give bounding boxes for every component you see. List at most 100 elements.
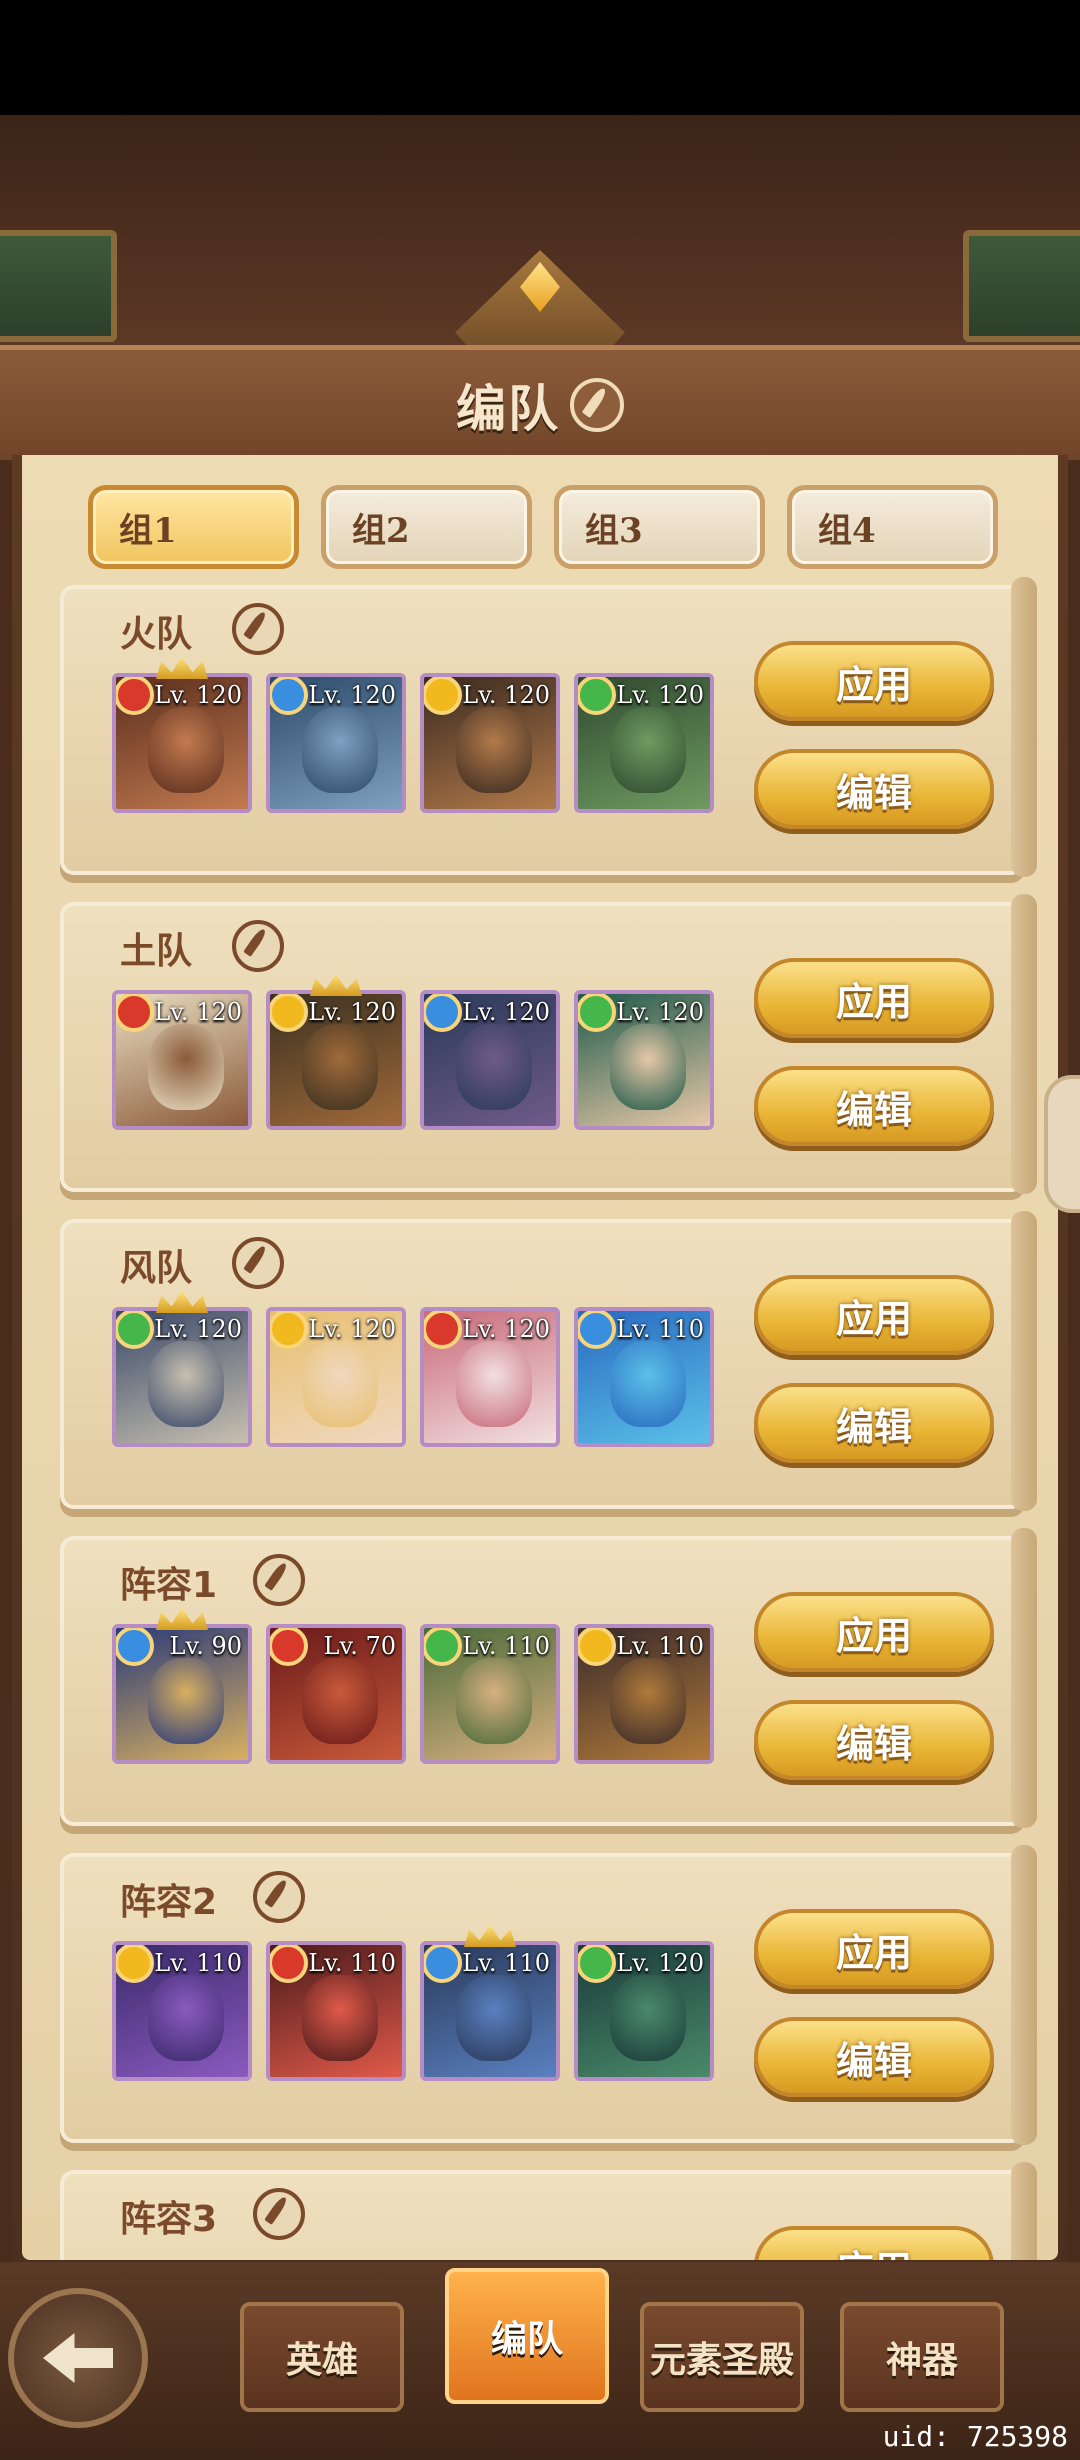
- edit-button[interactable]: 编辑: [754, 749, 994, 829]
- hero-face-image: [610, 1975, 686, 2061]
- group-tab-4[interactable]: 组4: [787, 485, 998, 569]
- apply-button[interactable]: 应用: [754, 641, 994, 721]
- hero-portrait[interactable]: Lv. 120: [574, 1941, 714, 2081]
- hero-level: Lv. 120: [308, 681, 396, 709]
- hero-portrait[interactable]: Lv. 110: [574, 1624, 714, 1764]
- edit-button[interactable]: 编辑: [754, 2017, 994, 2097]
- group-tab-1[interactable]: 组1: [88, 485, 299, 569]
- hero-face-image: [456, 1341, 532, 1427]
- panel-content[interactable]: 组1 组2 组3 组4 火队 Lv. 120 Lv. 120 Lv. 120 Lv. 120 应…: [22, 455, 1058, 2260]
- team-card: 阵容3应用编辑: [60, 2162, 1037, 2260]
- group-tab-2[interactable]: 组2: [321, 485, 532, 569]
- rename-team-quill-icon[interactable]: [253, 1554, 305, 1606]
- hero-face-image: [456, 1658, 532, 1744]
- main-panel: 组1 组2 组3 组4 火队 Lv. 120 Lv. 120 Lv. 120 Lv. 120 应…: [12, 455, 1068, 2290]
- status-bar: [0, 0, 1080, 115]
- hero-slot-wrapper: Lv. 110: [420, 1925, 560, 2081]
- team-card: 火队 Lv. 120 Lv. 120 Lv. 120 Lv. 120 应用 编辑: [60, 577, 1037, 877]
- hero-face-image: [610, 1024, 686, 1110]
- rename-team-quill-icon[interactable]: [253, 1871, 305, 1923]
- hero-portrait[interactable]: Lv. 120: [574, 673, 714, 813]
- hero-face-image: [148, 1341, 224, 1427]
- hero-portrait[interactable]: Lv. 90: [112, 1624, 252, 1764]
- water-element-icon: [116, 1628, 154, 1666]
- team-card: 风队 Lv. 120 Lv. 120 Lv. 120 Lv. 110 应用编辑: [60, 1211, 1037, 1511]
- fire-element-icon: [270, 1628, 308, 1666]
- hero-slots: Lv. 110 Lv. 110 Lv. 110 Lv. 120: [112, 1925, 714, 2081]
- hero-portrait[interactable]: Lv. 120: [266, 673, 406, 813]
- hero-slots: Lv. 90 Lv. 70 Lv. 110 Lv. 110: [112, 1608, 714, 1764]
- rename-team-quill-icon[interactable]: [232, 920, 284, 972]
- hero-portrait[interactable]: Lv. 120: [420, 1307, 560, 1447]
- nav-tab-4[interactable]: 神器: [840, 2302, 1004, 2412]
- hero-portrait[interactable]: Lv. 70: [266, 1624, 406, 1764]
- hero-level: Lv. 120: [154, 681, 242, 709]
- leader-crown-icon: [156, 1608, 208, 1630]
- team-name: 阵容1: [120, 1565, 218, 1606]
- hero-face-image: [302, 1024, 378, 1110]
- rename-team-quill-icon[interactable]: [253, 2188, 305, 2240]
- hero-level: Lv. 110: [616, 1315, 704, 1343]
- hero-portrait[interactable]: Lv. 110: [420, 1624, 560, 1764]
- hero-portrait[interactable]: Lv. 120: [420, 673, 560, 813]
- side-drawer-handle[interactable]: [1044, 1075, 1080, 1213]
- hero-portrait[interactable]: Lv. 120: [112, 673, 252, 813]
- hero-portrait[interactable]: Lv. 120: [112, 1307, 252, 1447]
- water-element-icon: [424, 994, 462, 1032]
- hero-slot-wrapper: Lv. 90: [112, 1608, 252, 1764]
- hero-face-image: [302, 707, 378, 793]
- hero-level: Lv. 120: [462, 681, 550, 709]
- hero-portrait[interactable]: Lv. 120: [420, 990, 560, 1130]
- rename-quill-icon[interactable]: [570, 378, 624, 432]
- fire-element-icon: [116, 994, 154, 1032]
- nav-tab-2[interactable]: 编队: [445, 2268, 609, 2404]
- hero-portrait[interactable]: Lv. 110: [266, 1941, 406, 2081]
- back-button[interactable]: [8, 2288, 148, 2428]
- hero-level: Lv. 120: [616, 998, 704, 1026]
- edit-button[interactable]: 编辑: [754, 1700, 994, 1780]
- apply-button[interactable]: 应用: [754, 2226, 994, 2260]
- rename-team-quill-icon[interactable]: [232, 1237, 284, 1289]
- nav-tab-3[interactable]: 元素圣殿: [640, 2302, 804, 2412]
- fire-element-icon: [270, 1945, 308, 1983]
- wind-element-icon: [578, 994, 616, 1032]
- group-tab-3[interactable]: 组3: [554, 485, 765, 569]
- hero-slot-wrapper: Lv. 120: [112, 657, 252, 813]
- hero-face-image: [456, 1975, 532, 2061]
- page-title: 编队: [456, 380, 560, 438]
- hero-portrait[interactable]: Lv. 110: [112, 1941, 252, 2081]
- rename-team-quill-icon[interactable]: [232, 603, 284, 655]
- hero-face-image: [610, 1341, 686, 1427]
- team-name: 阵容2: [120, 1882, 218, 1923]
- hero-slot-wrapper: Lv. 120: [266, 974, 406, 1130]
- team-name: 风队: [120, 1248, 193, 1289]
- light-element-icon: [270, 1311, 308, 1349]
- hero-portrait[interactable]: Lv. 120: [266, 990, 406, 1130]
- nav-tab-1[interactable]: 英雄: [240, 2302, 404, 2412]
- hero-level: Lv. 120: [462, 998, 550, 1026]
- hero-portrait[interactable]: Lv. 120: [266, 1307, 406, 1447]
- team-card: 阵容1 Lv. 90 Lv. 70 Lv. 110 Lv. 110 应用 编辑: [60, 1528, 1037, 1828]
- apply-button[interactable]: 应用: [754, 1909, 994, 1989]
- apply-button[interactable]: 应用: [754, 1275, 994, 1355]
- leader-crown-icon: [310, 974, 362, 996]
- title-bar: 编队: [0, 345, 1080, 465]
- hero-level: Lv. 120: [308, 1315, 396, 1343]
- hero-portrait[interactable]: Lv. 110: [574, 1307, 714, 1447]
- edit-button[interactable]: 编辑: [754, 1066, 994, 1146]
- leader-crown-icon: [156, 1291, 208, 1313]
- apply-button[interactable]: 应用: [754, 958, 994, 1038]
- hero-level: Lv. 110: [154, 1949, 242, 1977]
- fire-element-icon: [424, 1311, 462, 1349]
- hero-face-image: [610, 1658, 686, 1744]
- apply-button[interactable]: 应用: [754, 1592, 994, 1672]
- hero-portrait[interactable]: Lv. 110: [420, 1941, 560, 2081]
- hero-face-image: [148, 1024, 224, 1110]
- hero-face-image: [302, 1341, 378, 1427]
- light-element-icon: [116, 1945, 154, 1983]
- hero-level: Lv. 110: [462, 1949, 550, 1977]
- hero-portrait[interactable]: Lv. 120: [112, 990, 252, 1130]
- edit-button[interactable]: 编辑: [754, 1383, 994, 1463]
- hero-portrait[interactable]: Lv. 120: [574, 990, 714, 1130]
- right-pillar-decoration: [963, 230, 1080, 342]
